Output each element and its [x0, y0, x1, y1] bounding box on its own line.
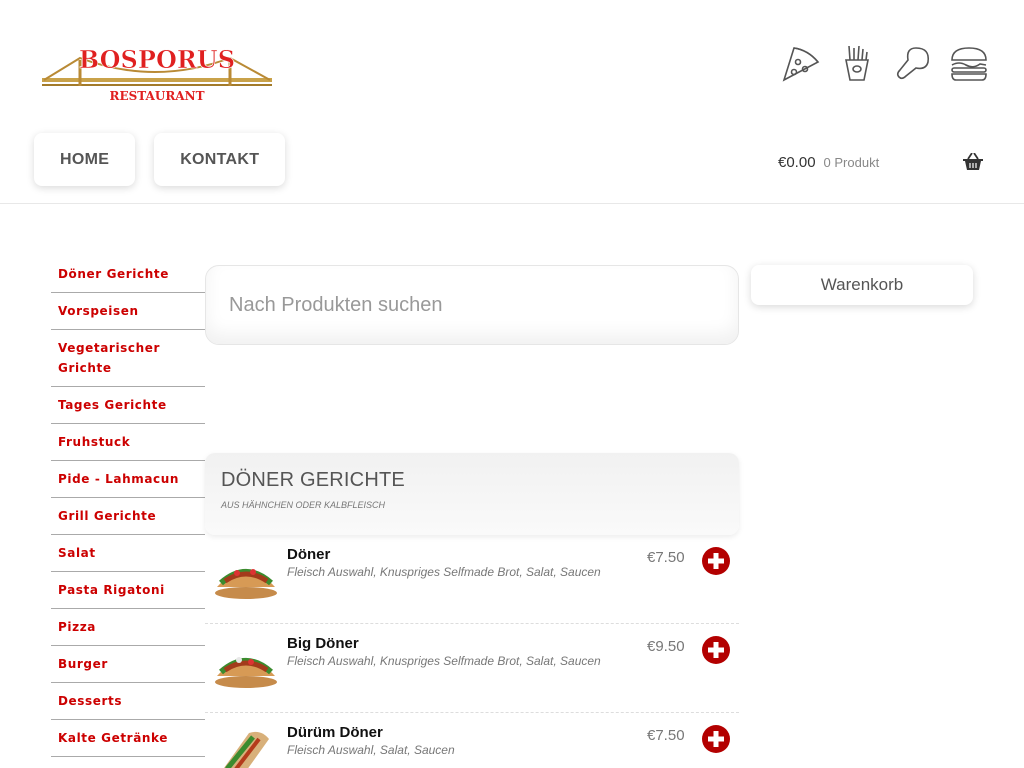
product-list: Döner Fleisch Auswahl, Knuspriges Selfma…: [205, 535, 739, 768]
product-price: €9.50: [647, 638, 685, 655]
cart-count: 0 Produkt: [823, 155, 880, 170]
sidebar-item-tages-gerichte[interactable]: Tages Gerichte: [51, 387, 205, 424]
nav-kontakt-button[interactable]: KONTAKT: [154, 133, 286, 186]
sidebar-item-fruhstuck[interactable]: Fruhstuck: [51, 424, 205, 461]
duerum-doener-image[interactable]: [213, 725, 279, 768]
category-header: DÖNER GERICHTE AUS HÄHNCHEN ODER KALBFLE…: [205, 453, 739, 535]
product-description: Fleisch Auswahl, Salat, Saucen: [287, 743, 455, 757]
warenkorb-label: Warenkorb: [820, 275, 904, 294]
product-item: Döner Fleisch Auswahl, Knuspriges Selfma…: [205, 535, 739, 624]
add-to-cart-icon[interactable]: [701, 546, 731, 576]
header-divider: [0, 203, 1024, 204]
sidebar-item-pasta-rigatoni[interactable]: Pasta Rigatoni: [51, 572, 205, 609]
category-sidebar: Döner Gerichte Vorspeisen Vegetarischer …: [51, 256, 205, 757]
product-name: Dürüm Döner: [287, 724, 383, 741]
food-icons: [780, 42, 990, 84]
warenkorb-button[interactable]: Warenkorb: [751, 265, 973, 305]
burger-icon[interactable]: [948, 42, 990, 84]
sidebar-item-vorspeisen[interactable]: Vorspeisen: [51, 293, 205, 330]
bosporus-logo[interactable]: BOSPORUS RESTAURANT: [40, 40, 274, 104]
add-to-cart-icon[interactable]: [701, 635, 731, 665]
sidebar-item-vegetarischer-grichte[interactable]: Vegetarischer Grichte: [51, 330, 205, 387]
sidebar-item-burger[interactable]: Burger: [51, 646, 205, 683]
cart-total: €0.00: [778, 154, 816, 171]
product-name: Döner: [287, 546, 331, 563]
basket-icon[interactable]: [963, 153, 983, 171]
sidebar-item-pizza[interactable]: Pizza: [51, 609, 205, 646]
sidebar-item-salat[interactable]: Salat: [51, 535, 205, 572]
product-description: Fleisch Auswahl, Knuspriges Selfmade Bro…: [287, 565, 601, 579]
product-name: Big Döner: [287, 635, 359, 652]
add-to-cart-icon[interactable]: [701, 724, 731, 754]
sidebar-item-grill-gerichte[interactable]: Grill Gerichte: [51, 498, 205, 535]
sidebar-item-desserts[interactable]: Desserts: [51, 683, 205, 720]
product-description: Fleisch Auswahl, Knuspriges Selfmade Bro…: [287, 654, 601, 668]
category-title: DÖNER GERICHTE: [221, 469, 405, 491]
svg-text:BOSPORUS: BOSPORUS: [79, 45, 235, 74]
fries-icon[interactable]: [836, 42, 878, 84]
product-search-input[interactable]: Nach Produkten suchen: [205, 265, 739, 345]
big-doener-image[interactable]: [213, 636, 279, 692]
sidebar-item-pide-lahmacun[interactable]: Pide - Lahmacun: [51, 461, 205, 498]
product-price: €7.50: [647, 549, 685, 566]
product-price: €7.50: [647, 727, 685, 744]
sidebar-item-doener-gerichte[interactable]: Döner Gerichte: [51, 256, 205, 293]
sidebar-item-kalte-getraenke[interactable]: Kalte Getränke: [51, 720, 205, 757]
doener-image[interactable]: [213, 547, 279, 603]
pizza-icon[interactable]: [780, 42, 822, 84]
chicken-leg-icon[interactable]: [892, 42, 934, 84]
product-item: Big Döner Fleisch Auswahl, Knuspriges Se…: [205, 624, 739, 713]
nav-home-button[interactable]: HOME: [34, 133, 136, 186]
category-subtitle: AUS HÄHNCHEN ODER KALBFLEISCH: [221, 500, 386, 510]
main-nav: HOME KONTAKT: [34, 133, 286, 186]
search-placeholder: Nach Produkten suchen: [229, 293, 443, 316]
svg-text:RESTAURANT: RESTAURANT: [109, 89, 204, 103]
product-item: Dürüm Döner Fleisch Auswahl, Salat, Sauc…: [205, 713, 739, 768]
cart-summary[interactable]: €0.00 0 Produkt: [778, 154, 879, 171]
